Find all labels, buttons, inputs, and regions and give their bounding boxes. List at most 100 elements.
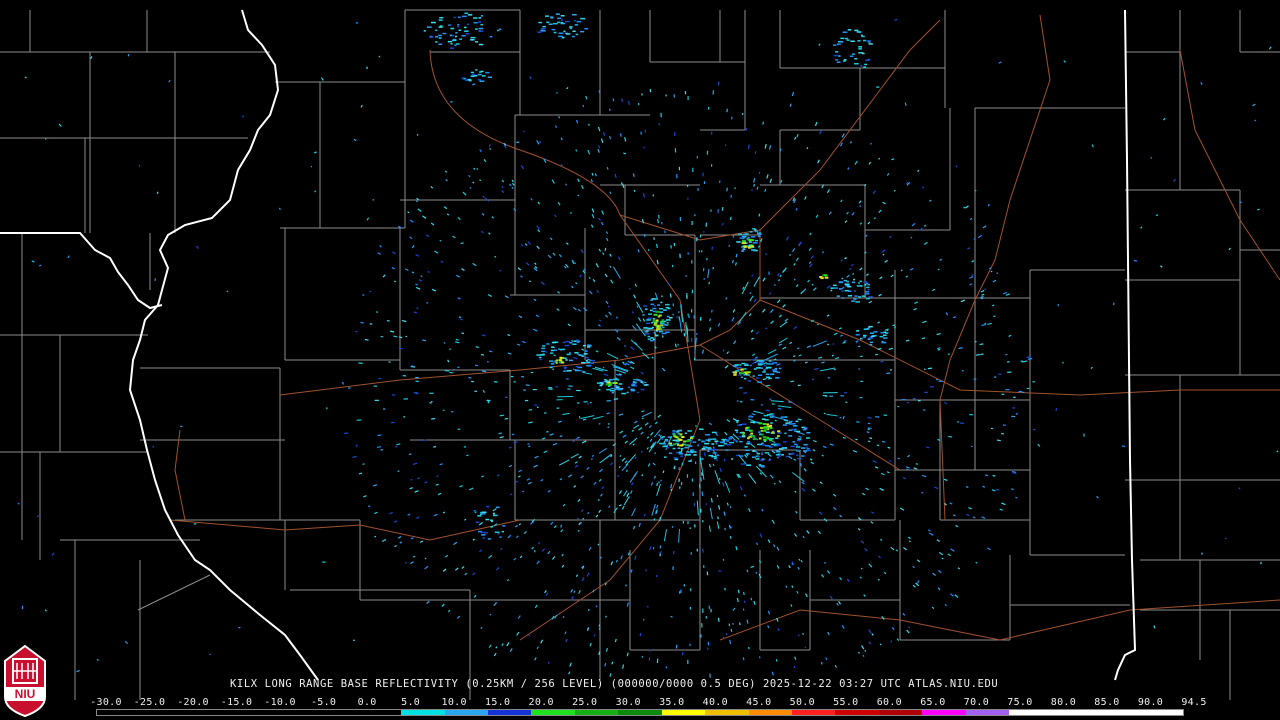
echo-pixel [736,420,739,422]
echo-pixel [751,435,755,437]
echo-pixel [742,433,745,436]
echo-pixel [863,66,867,68]
echo-pixel [439,17,444,19]
echo-pixel [662,326,665,329]
echo-pixel [873,331,878,333]
echo-pixel [442,409,445,411]
echo-pixel [859,396,863,399]
echo-pixel [481,534,486,536]
echo-pixel [687,313,689,316]
echo-pixel [686,439,690,442]
echo-pixel [461,77,465,79]
echo-pixel [568,359,574,362]
echo-pixel [700,634,702,638]
echo-pixel [480,15,484,17]
echo-pixel [660,438,664,440]
echo-pixel [659,324,664,327]
echo-pixel [657,324,660,327]
echo-pixel [475,28,478,30]
echo-pixel [868,43,873,45]
echo-pixel [845,284,850,287]
echo-pixel [733,373,737,376]
color-scale-swatch [357,710,402,715]
color-scale-label: 70.0 [963,697,990,708]
echo-pixel [781,454,784,456]
echo-pixel [665,440,669,442]
echo-pixel [482,511,487,513]
echo-pixel [675,644,678,649]
color-scale-label: -15.0 [220,697,253,708]
echo-pixel [788,423,793,425]
echo-pixel [750,245,754,248]
echo-pixel [655,334,659,337]
echo-pixel [691,338,693,342]
echo-pixel [757,233,762,235]
echo-pixel [694,461,697,464]
echo-pixel [739,236,744,239]
echo-pixel [584,350,588,352]
echo-pixel [765,445,770,447]
echo-pixel [415,376,419,379]
echo-pixel [775,437,779,439]
color-scale-swatch [487,710,532,715]
echo-pixel [757,364,763,366]
echo-pixel [621,392,627,395]
echo-pixel [556,92,558,94]
echo-pixel [851,300,856,302]
echo-pixel [322,561,326,563]
echo-pixel [647,335,651,338]
echo-pixel [457,24,460,26]
echo-pixel [711,431,717,434]
echo-pixel [631,384,636,386]
echo-pixel [569,26,573,28]
echo-pixel [762,436,767,439]
echo-pixel [550,363,555,365]
echo-pixel [851,281,856,284]
echo-pixel [725,449,729,451]
echo-pixel [467,78,472,81]
echo-pixel [552,22,558,25]
echo-pixel [699,235,702,238]
echo-pixel [674,132,676,137]
echo-pixel [678,166,681,171]
echo-pixel [854,58,858,60]
echo-pixel [426,26,432,28]
echo-pixel [461,15,467,18]
echo-pixel [744,377,747,380]
echo-pixel [609,379,614,381]
echo-pixel [494,531,500,533]
echo-pixel [710,209,712,212]
echo-pixel [701,623,703,628]
echo-pixel [666,319,671,321]
echo-pixel [760,367,763,369]
color-scale-label: -25.0 [133,697,166,708]
echo-pixel [658,330,663,333]
echo-pixel [727,437,732,439]
echo-pixel [641,656,643,658]
echo-pixel [736,366,742,369]
color-scale-labels: -30.0 -25.0 -20.0 -15.0 -10.0 -5.0 0.0 5.0 10.0 1… [90,697,1206,708]
echo-pixel [694,524,696,528]
echo-pixel [701,440,706,443]
echo-pixel [475,69,478,71]
echo-pixel [589,401,592,404]
color-scale-swatch [401,710,445,715]
echo-pixel [487,76,492,78]
echo-pixel [678,451,682,453]
echo-pixel [581,361,586,364]
color-scale-label: 35.0 [659,697,685,708]
echo-pixel [490,526,493,528]
echo-pixel [734,364,739,366]
echo-pixel [550,352,554,354]
echo-pixel [587,346,591,348]
echo-pixel [455,43,460,45]
color-scale-swatch [531,710,575,715]
echo-pixel [881,341,887,344]
echo-pixel [702,172,704,177]
echo-pixel [714,440,719,442]
echo-pixel [542,345,546,347]
color-scale-swatch [1052,710,1097,715]
echo-pixel [706,257,708,261]
echo-pixel [470,71,474,74]
echo-pixel [863,336,866,338]
